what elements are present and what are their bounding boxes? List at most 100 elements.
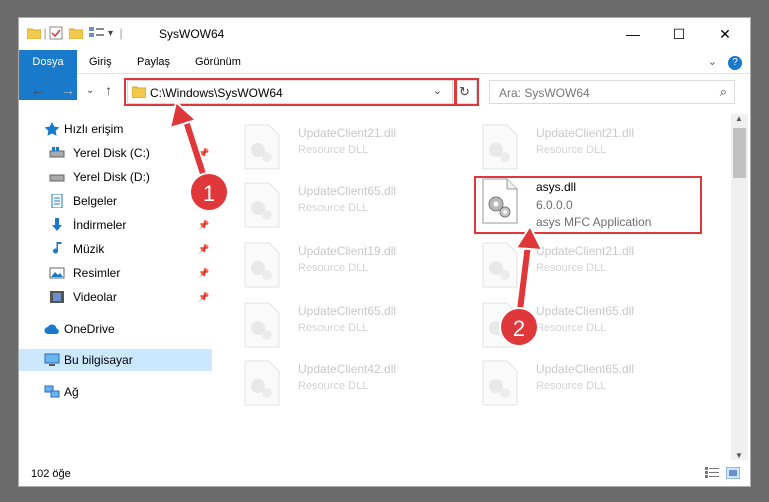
close-button[interactable]: ✕ <box>702 18 748 50</box>
tab-share[interactable]: Paylaş <box>129 50 178 74</box>
forward-button[interactable]: → <box>61 82 75 98</box>
tab-view[interactable]: Görünüm <box>187 50 249 74</box>
sidebar-item-drive-d[interactable]: Yerel Disk (D:) 📌 <box>19 166 212 188</box>
file-name: UpdateClient65.dll <box>298 184 397 198</box>
scroll-down-icon[interactable]: ▼ <box>735 451 743 460</box>
minimize-button[interactable]: — <box>610 18 656 50</box>
file-tile[interactable]: UpdateClient21.dll Resource DLL <box>241 124 471 174</box>
file-description: Resource DLL <box>536 322 607 334</box>
customize-toolbar-icon[interactable]: ▾ <box>108 28 113 39</box>
sidebar-item-documents[interactable]: Belgeler 📌 <box>19 190 212 212</box>
sidebar-item-network[interactable]: Ağ <box>19 381 212 403</box>
dll-file-icon <box>244 242 280 288</box>
navigation-pane: Hızlı erişim Yerel Disk (C:) 📌 Yerel Dis… <box>19 114 219 464</box>
file-tile[interactable]: UpdateClient19.dll Resource DLL <box>241 242 471 292</box>
file-highlight-box <box>474 176 702 234</box>
pin-icon[interactable]: 📌 <box>198 214 209 236</box>
sidebar-item-music[interactable]: Müzik 📌 <box>19 238 212 260</box>
back-button[interactable]: ← <box>31 82 45 98</box>
drive-icon <box>49 147 65 158</box>
music-icon <box>53 242 62 254</box>
file-tile[interactable]: UpdateClient65.dll Resource DLL <box>241 302 471 352</box>
sidebar-item-label: Belgeler <box>73 194 118 208</box>
sidebar-item-drive-c[interactable]: Yerel Disk (C:) 📌 <box>19 142 212 164</box>
file-description: Resource DLL <box>536 380 607 392</box>
sidebar-item-onedrive[interactable]: OneDrive <box>19 318 212 340</box>
sidebar-item-label: Hızlı erişim <box>64 122 124 136</box>
sidebar-item-pictures[interactable]: Resimler 📌 <box>19 262 212 284</box>
file-description: Resource DLL <box>298 144 369 156</box>
videos-icon <box>50 291 64 303</box>
help-icon[interactable]: ? <box>728 56 742 70</box>
file-tile[interactable]: UpdateClient21.dll Resource DLL <box>479 242 709 292</box>
up-button[interactable]: ↑ <box>105 82 112 98</box>
file-description: Resource DLL <box>298 262 369 274</box>
ribbon-tabs: Dosya Giriş Paylaş Görünüm ⌄ ? <box>19 50 750 100</box>
sidebar-item-label: Ağ <box>64 385 79 399</box>
sidebar-item-label: Yerel Disk (C:) <box>73 146 150 160</box>
search-icon[interactable]: ⌕ <box>720 84 727 100</box>
properties-icon[interactable] <box>49 26 63 40</box>
maximize-button[interactable]: ☐ <box>656 18 702 50</box>
star-icon <box>44 122 60 136</box>
sidebar-item-downloads[interactable]: İndirmeler 📌 <box>19 214 212 236</box>
file-tile[interactable]: UpdateClient65.dll Resource DLL <box>479 360 709 410</box>
search-input[interactable]: Ara: SysWOW64 <box>499 86 590 100</box>
file-name: UpdateClient42.dll <box>298 362 397 376</box>
toolbar-divider: | <box>119 26 123 40</box>
sidebar-item-label: OneDrive <box>64 322 115 336</box>
sidebar-item-this-pc[interactable]: Bu bilgisayar <box>19 349 212 371</box>
file-list: UpdateClient21.dll Resource DLL UpdateCl… <box>229 114 729 464</box>
sidebar-item-label: Bu bilgisayar <box>64 353 133 367</box>
dll-file-icon <box>244 124 280 170</box>
file-tile[interactable]: UpdateClient42.dll Resource DLL <box>241 360 471 410</box>
details-view-icon[interactable] <box>704 467 719 479</box>
sidebar-item-label: İndirmeler <box>73 218 127 232</box>
folder-icon[interactable] <box>27 27 41 39</box>
item-count: 102 öğe <box>31 468 71 480</box>
file-name: UpdateClient21.dll <box>298 126 397 140</box>
sidebar-item-quick-access[interactable]: Hızlı erişim <box>19 118 212 140</box>
sidebar-item-label: Videolar <box>73 290 117 304</box>
vertical-scrollbar[interactable]: ▲ ▼ <box>731 114 748 460</box>
explorer-window: | ▾ | SysWOW64 — ☐ ✕ Dosya Giriş Paylaş … <box>18 17 751 487</box>
pin-icon[interactable]: 📌 <box>198 286 209 308</box>
sidebar-item-label: Müzik <box>73 242 105 256</box>
dll-file-icon <box>244 182 280 228</box>
file-name: UpdateClient21.dll <box>536 126 635 140</box>
scroll-up-icon[interactable]: ▲ <box>735 114 743 123</box>
pin-icon[interactable]: 📌 <box>198 238 209 260</box>
scroll-thumb[interactable] <box>733 128 746 178</box>
pin-icon[interactable]: 📌 <box>198 262 209 284</box>
step-marker-1: 1 <box>189 172 229 212</box>
file-name: UpdateClient21.dll <box>536 244 635 258</box>
sidebar-item-label: Resimler <box>73 266 121 280</box>
large-icons-view-icon[interactable] <box>725 466 741 480</box>
network-icon <box>44 385 60 398</box>
view-details-icon[interactable] <box>89 27 105 39</box>
cloud-icon <box>44 324 59 334</box>
search-box[interactable]: Ara: SysWOW64 ⌕ <box>489 80 735 104</box>
documents-icon <box>51 194 63 208</box>
file-name: UpdateClient19.dll <box>298 244 397 258</box>
address-highlight-box <box>124 78 456 106</box>
sidebar-item-videos[interactable]: Videolar 📌 <box>19 286 212 308</box>
file-name: UpdateClient65.dll <box>536 304 635 318</box>
quick-access-toolbar: | ▾ | <box>27 26 125 40</box>
ribbon-right-controls: ⌄ ? <box>708 55 742 70</box>
new-folder-icon[interactable] <box>69 27 83 39</box>
pin-icon[interactable]: 📌 <box>198 142 209 164</box>
dll-file-icon <box>244 302 280 348</box>
title-bar: | ▾ | SysWOW64 — ☐ ✕ <box>19 18 750 50</box>
recent-locations-button[interactable]: ⌄ <box>86 85 94 96</box>
download-icon <box>52 218 62 231</box>
file-tile[interactable]: UpdateClient21.dll Resource DLL <box>479 124 709 174</box>
dll-file-icon <box>482 360 518 406</box>
toolbar-divider: | <box>43 26 47 40</box>
tab-home[interactable]: Giriş <box>81 50 120 74</box>
file-description: Resource DLL <box>536 262 607 274</box>
expand-ribbon-icon[interactable]: ⌄ <box>708 56 717 68</box>
status-bar: 102 öğe <box>19 464 750 486</box>
file-tile[interactable]: UpdateClient65.dll Resource DLL <box>241 182 471 232</box>
pictures-icon <box>49 267 65 279</box>
